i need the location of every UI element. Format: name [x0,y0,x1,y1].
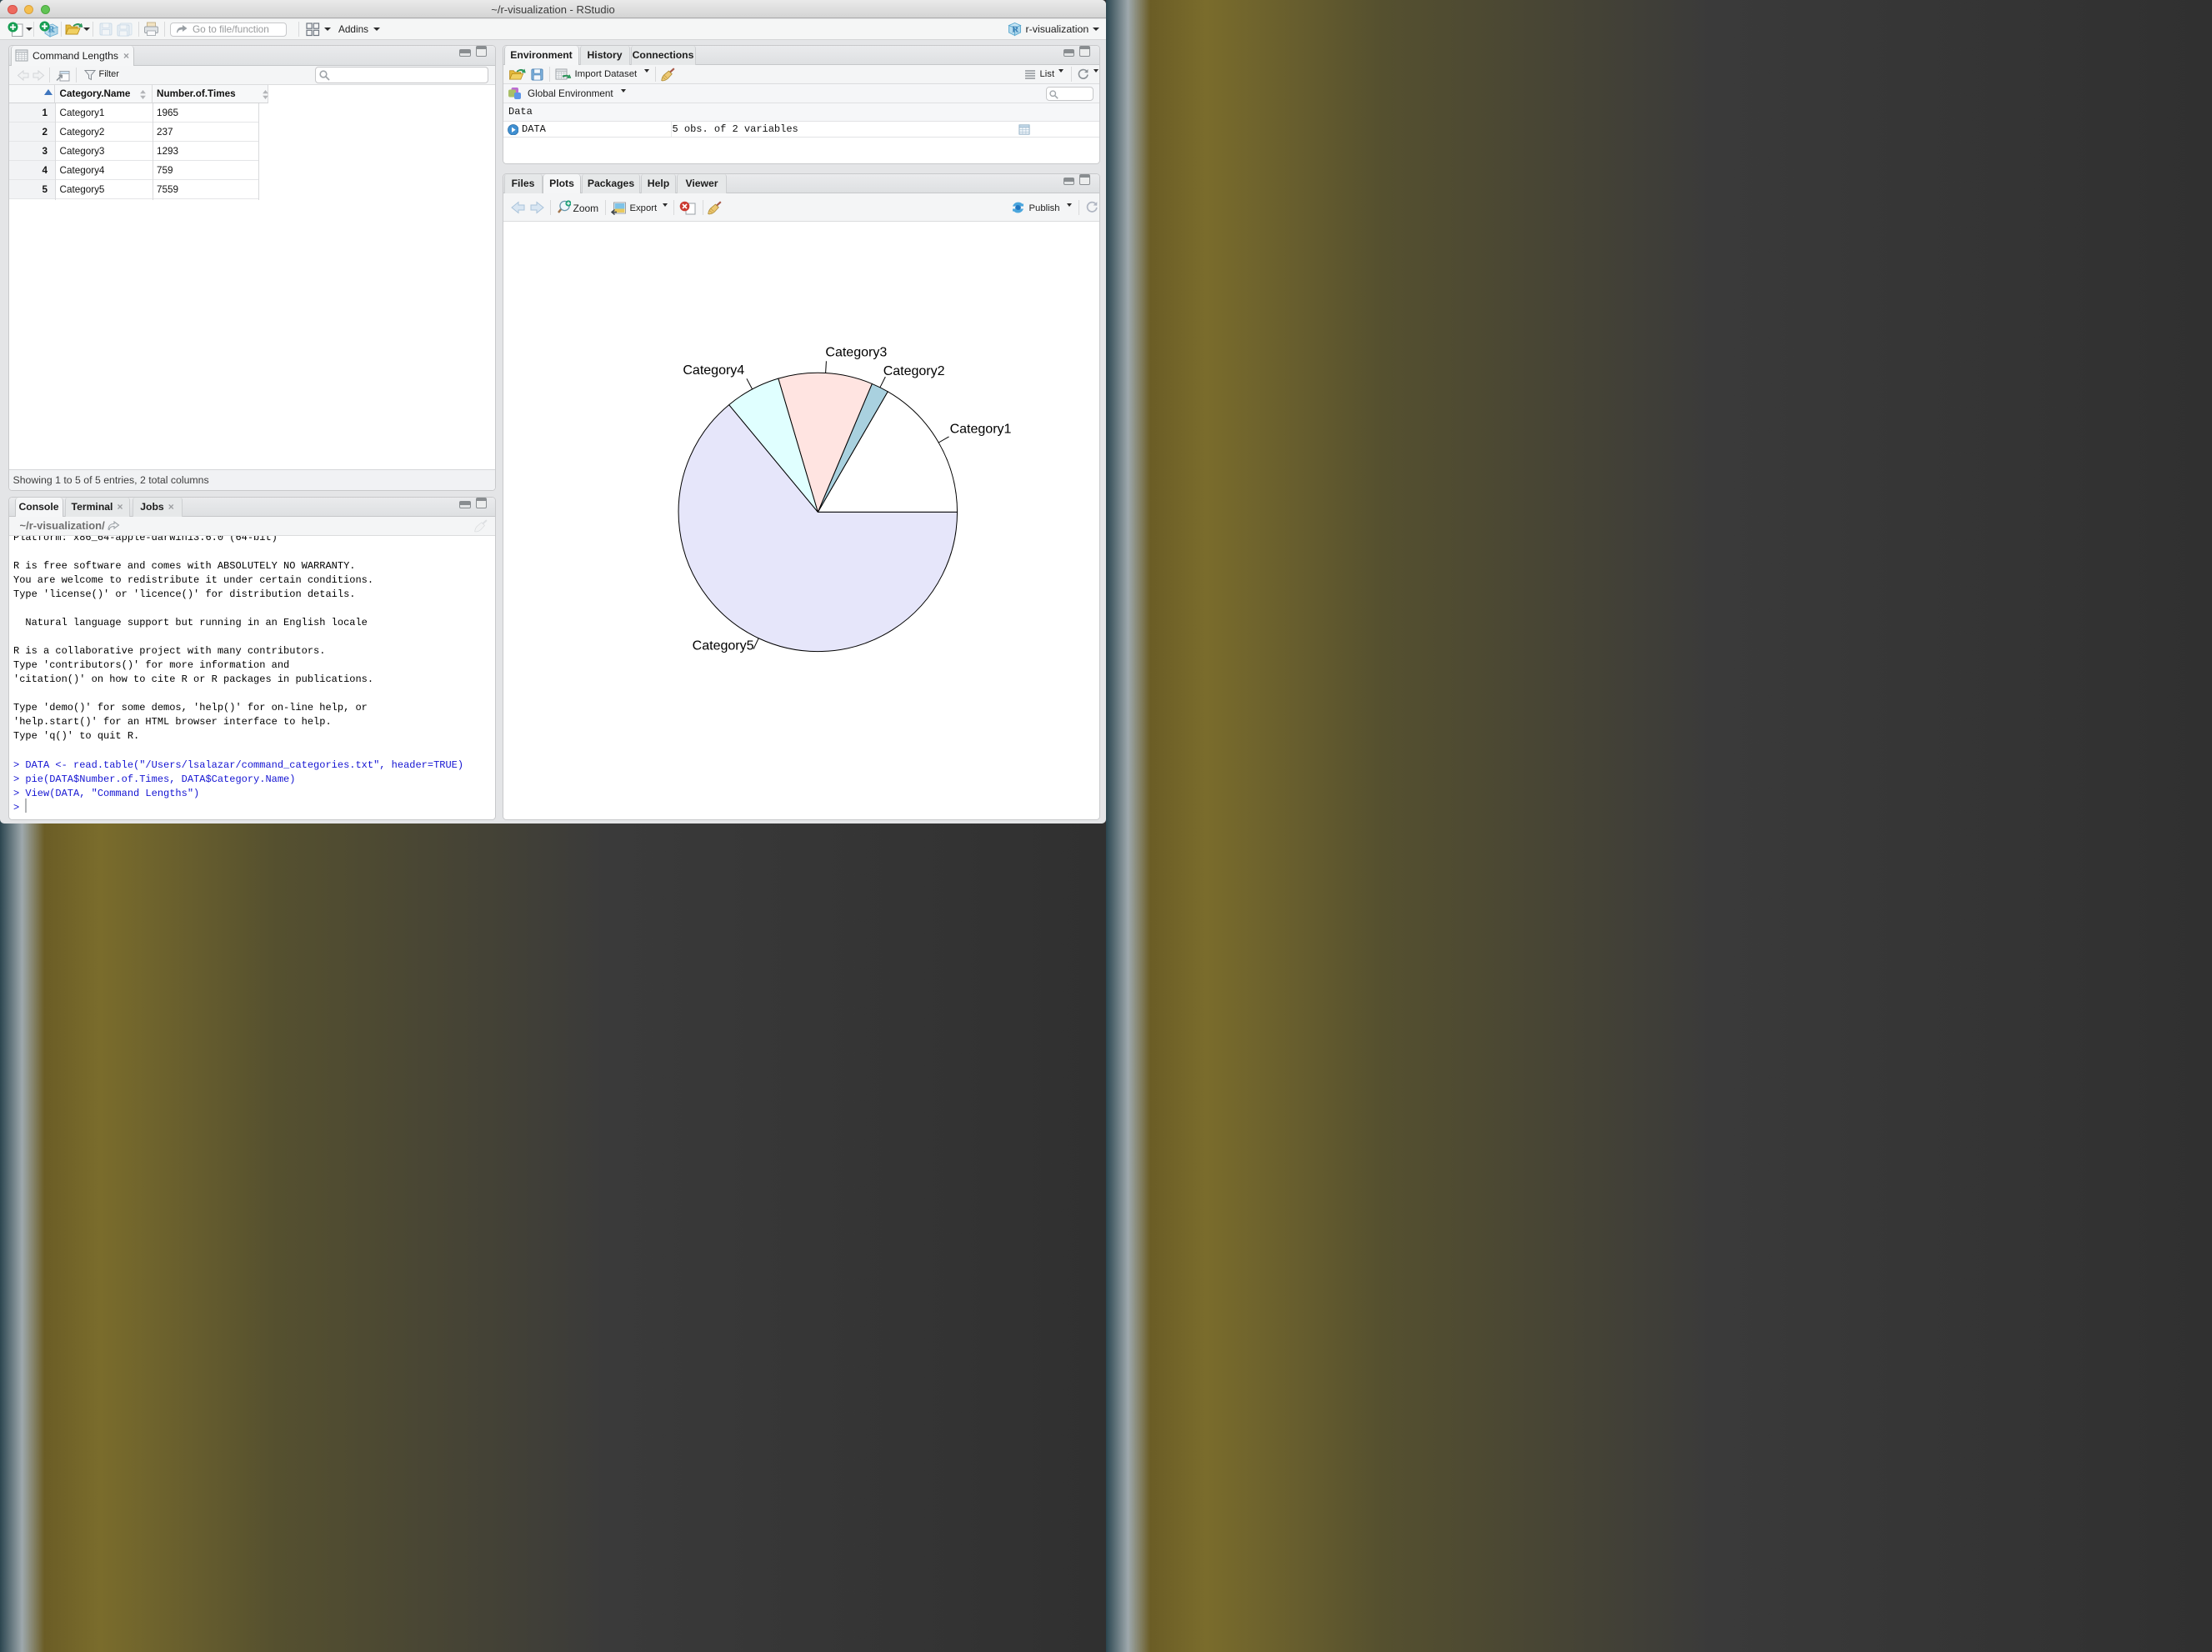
svg-text:Category1: Category1 [949,422,1011,436]
svg-text:Category2: Category2 [883,364,944,378]
svg-text:Category3: Category3 [825,345,887,359]
svg-text:Category5: Category5 [692,638,753,653]
svg-text:R: R [1012,25,1019,35]
svg-text:Category4: Category4 [683,363,744,378]
